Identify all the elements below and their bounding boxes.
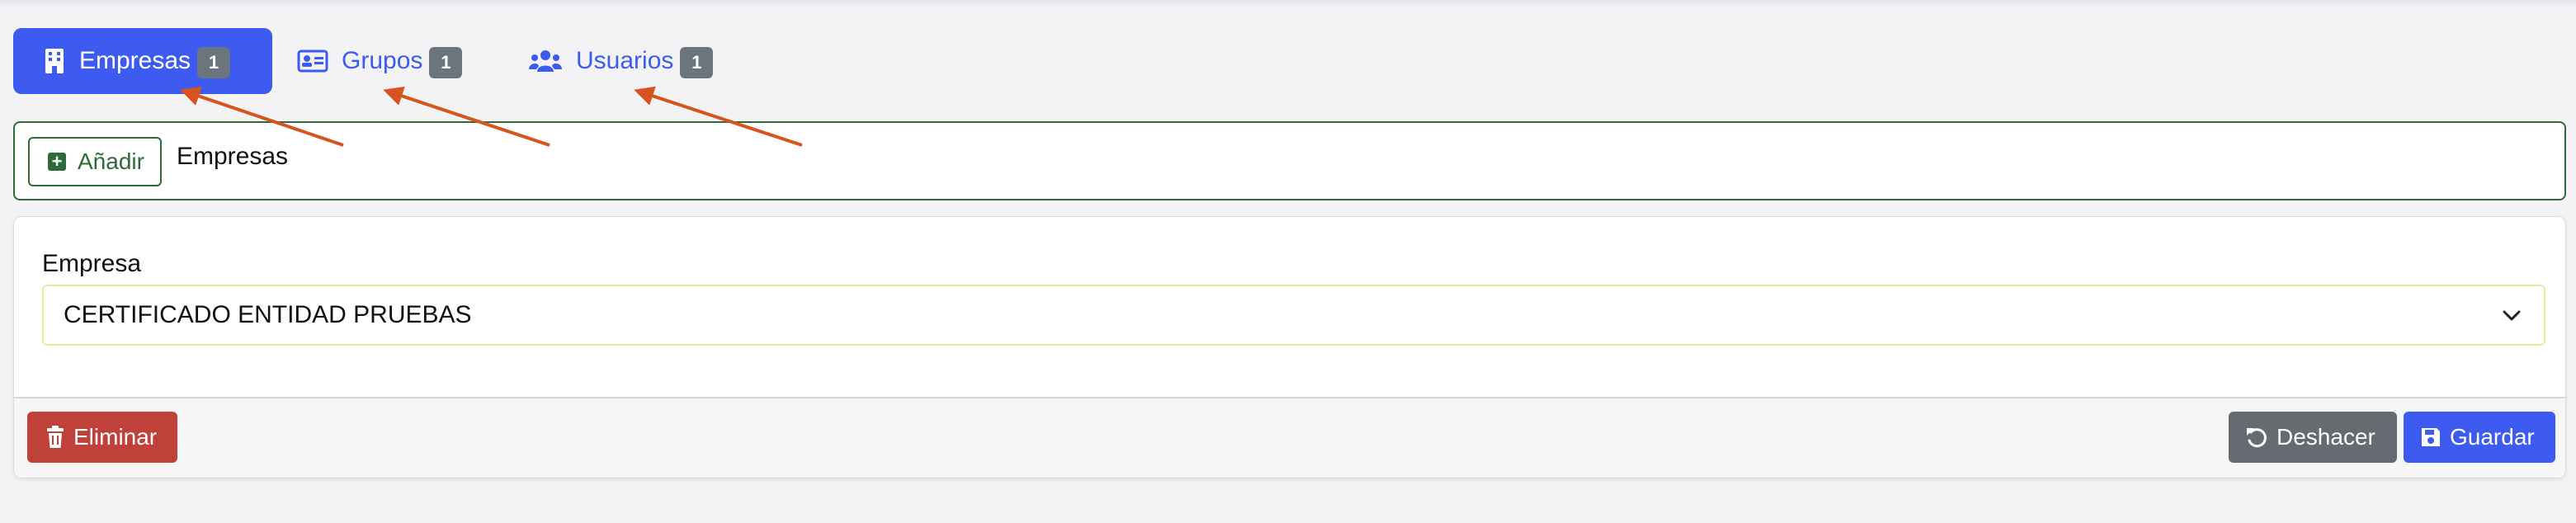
form-card: Empresa CERTIFICADO ENTIDAD PRUEBAS Elim…: [13, 216, 2566, 478]
top-shadow: [0, 0, 2576, 8]
count-badge: 1: [680, 47, 714, 78]
tab-label: Empresas: [79, 47, 191, 74]
floppy-disk-icon: [2420, 426, 2442, 448]
delete-button-label: Eliminar: [73, 424, 158, 450]
undo-button[interactable]: Deshacer: [2229, 412, 2397, 463]
save-button[interactable]: Guardar: [2404, 412, 2555, 463]
save-button-label: Guardar: [2450, 424, 2535, 450]
id-card-icon: [297, 49, 328, 73]
undo-button-label: Deshacer: [2276, 424, 2375, 450]
add-button[interactable]: + Añadir: [28, 137, 162, 186]
tab-label: Usuarios: [576, 47, 674, 74]
add-button-label: Añadir: [78, 148, 144, 174]
users-icon: [528, 49, 563, 73]
empresa-label: Empresa: [42, 250, 142, 277]
card-footer: Eliminar Deshacer Guardar: [14, 397, 2565, 478]
count-badge: 1: [197, 47, 231, 78]
empresa-select[interactable]: CERTIFICADO ENTIDAD PRUEBAS: [42, 285, 2545, 346]
undo-icon: [2245, 426, 2268, 449]
section-title: Empresas: [177, 143, 289, 170]
building-icon: [43, 48, 66, 74]
select-value: CERTIFICADO ENTIDAD PRUEBAS: [64, 301, 472, 328]
delete-button[interactable]: Eliminar: [27, 412, 177, 463]
tab-grupos[interactable]: Grupos 1: [297, 28, 487, 94]
count-badge: 1: [429, 47, 463, 78]
chevron-down-icon: [2501, 304, 2522, 332]
section-header: + Añadir Empresas: [13, 121, 2566, 200]
trash-icon: [45, 426, 65, 449]
tab-empresas[interactable]: Empresas 1: [13, 28, 272, 94]
tab-usuarios[interactable]: Usuarios 1: [528, 28, 743, 94]
tab-label: Grupos: [342, 47, 423, 74]
plus-icon: +: [48, 153, 66, 171]
